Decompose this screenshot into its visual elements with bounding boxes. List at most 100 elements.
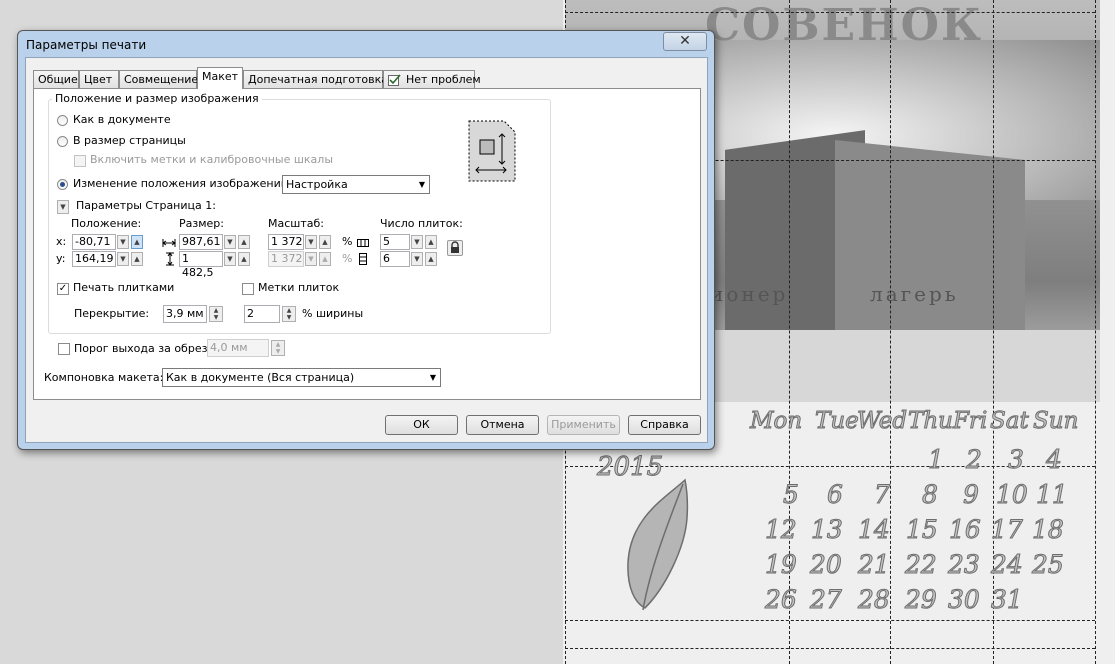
scale-header: Масштаб:: [268, 217, 324, 230]
checkbox-print-tiles[interactable]: ✓: [57, 283, 69, 295]
lock-icon: [451, 241, 459, 253]
scale-y-field[interactable]: 1 372: [268, 251, 304, 267]
checkbox-bleed[interactable]: [58, 343, 70, 355]
day-number: 8: [922, 480, 939, 510]
close-button[interactable]: ✕: [663, 32, 707, 51]
overlap-unit-label: % ширины: [302, 307, 364, 320]
tile-line: [565, 620, 1095, 621]
chevron-down-icon: ▼: [418, 180, 425, 189]
tile-line: [890, 0, 891, 664]
print-settings-dialog: Параметры печати ✕ Общие Цвет Совмещение…: [17, 30, 715, 450]
size-width-down[interactable]: ▼: [224, 235, 236, 249]
day-number: 17: [991, 515, 1024, 545]
size-height-up[interactable]: ▲: [238, 252, 250, 266]
day-number: 24: [991, 550, 1024, 580]
day-number: 6: [827, 480, 844, 510]
day-number: 18: [1032, 515, 1065, 545]
dow-label: Sun: [1032, 408, 1079, 435]
size-width-field[interactable]: 987,61: [179, 234, 223, 250]
position-x-down[interactable]: ▼: [117, 235, 129, 249]
position-y-up[interactable]: ▲: [131, 252, 143, 266]
tab-no-issues[interactable]: Нет проблем: [383, 70, 481, 88]
scale-x-field[interactable]: 1 372: [268, 234, 304, 250]
scale-x-percent: %: [342, 235, 353, 248]
checklist-icon: [388, 74, 401, 86]
day-number: 20: [810, 550, 843, 580]
gate-sign-text: СОВЕНОК: [705, 0, 983, 51]
y-label: y:: [56, 252, 66, 265]
tiles-y-field[interactable]: 6: [380, 251, 410, 267]
ok-button[interactable]: ОК: [385, 415, 458, 435]
checkbox-tile-marks[interactable]: [242, 283, 254, 295]
tab-color[interactable]: Цвет: [79, 70, 119, 88]
checkbox-print-tiles-label: Печать плитками: [73, 281, 175, 294]
dow-label: Sat: [990, 408, 1030, 435]
radio-fit-page[interactable]: [57, 136, 68, 147]
cancel-button[interactable]: Отмена: [466, 415, 539, 435]
position-y-down[interactable]: ▼: [117, 252, 129, 266]
size-height-field[interactable]: 1 482,5: [179, 251, 223, 279]
height-icon: [166, 252, 174, 266]
expand-page-params-button[interactable]: ▼: [57, 200, 69, 214]
radio-as-document-label: Как в документе: [73, 113, 171, 126]
tiles-header: Число плиток:: [380, 217, 463, 230]
tab-layout[interactable]: Макет: [197, 67, 243, 89]
size-height-down[interactable]: ▼: [224, 252, 236, 266]
gate-left-text: ионер: [710, 282, 789, 306]
overlap-stepper[interactable]: ▲ ▼: [209, 306, 223, 322]
position-x-up[interactable]: ▲: [131, 235, 143, 249]
overlap-count-stepper[interactable]: ▲ ▼: [282, 306, 296, 322]
lock-ratio-button[interactable]: [447, 240, 463, 256]
radio-reposition-label: Изменение положения изображений на:: [73, 177, 310, 190]
day-number: 15: [906, 515, 939, 545]
tiles-x-up[interactable]: ▲: [425, 235, 437, 249]
scale-y-up[interactable]: ▲: [319, 252, 331, 266]
x-label: x:: [56, 235, 67, 248]
width-icon: [162, 239, 176, 247]
layout-tab-panel: Положение и размер изображения Как в док…: [33, 88, 701, 400]
radio-as-document[interactable]: [57, 115, 68, 126]
tab-general[interactable]: Общие: [33, 70, 79, 88]
day-number: 31: [991, 585, 1024, 615]
scale-y-down[interactable]: ▼: [305, 252, 317, 266]
scale-x-down[interactable]: ▼: [305, 235, 317, 249]
checkbox-marks[interactable]: [74, 155, 86, 167]
day-number: 16: [949, 515, 982, 545]
day-number: 26: [765, 585, 798, 615]
radio-reposition[interactable]: [57, 179, 68, 190]
position-x-field[interactable]: -80,71: [72, 234, 116, 250]
tiles-y-up[interactable]: ▲: [425, 252, 437, 266]
day-number: 25: [1032, 550, 1065, 580]
bleed-stepper[interactable]: ▲ ▼: [271, 340, 285, 356]
tab-prepress[interactable]: Допечатная подготовка: [243, 70, 388, 88]
apply-button[interactable]: Применить: [547, 415, 620, 435]
tiles-y-down[interactable]: ▼: [411, 252, 423, 266]
group-title: Положение и размер изображения: [52, 92, 262, 105]
tiles-x-down[interactable]: ▼: [411, 235, 423, 249]
day-number: 14: [858, 515, 891, 545]
dialog-title: Параметры печати: [26, 38, 147, 52]
layout-select[interactable]: Как в документе (Вся страница) ▼: [162, 368, 441, 387]
tiles-vertical-icon: [359, 253, 367, 265]
day-number: 29: [905, 585, 938, 615]
size-width-up[interactable]: ▲: [238, 235, 250, 249]
close-icon: ✕: [679, 33, 691, 49]
help-button[interactable]: Справка: [628, 415, 701, 435]
tab-separations[interactable]: Совмещение: [119, 70, 198, 88]
day-number: 23: [948, 550, 981, 580]
checkbox-marks-label: Включить метки и калибровочные шкалы: [90, 153, 334, 166]
tiles-x-field[interactable]: 5: [380, 234, 410, 250]
checkbox-tile-marks-label: Метки плиток: [258, 281, 340, 294]
scale-x-up[interactable]: ▲: [319, 235, 331, 249]
page-params-label: Параметры Страница 1:: [76, 199, 216, 212]
day-number: 19: [765, 550, 798, 580]
day-number: 13: [811, 515, 844, 545]
reposition-select[interactable]: Настройка ▼: [282, 175, 430, 194]
dow-label: Tue: [815, 408, 860, 435]
position-y-field[interactable]: 164,19: [72, 251, 116, 267]
bleed-field[interactable]: 4,0 мм: [207, 339, 269, 357]
overlap-field[interactable]: 3,9 мм: [163, 305, 207, 323]
scale-y-percent: %: [342, 252, 353, 265]
day-number: 9: [963, 480, 980, 510]
overlap-count-field[interactable]: 2: [244, 305, 280, 323]
